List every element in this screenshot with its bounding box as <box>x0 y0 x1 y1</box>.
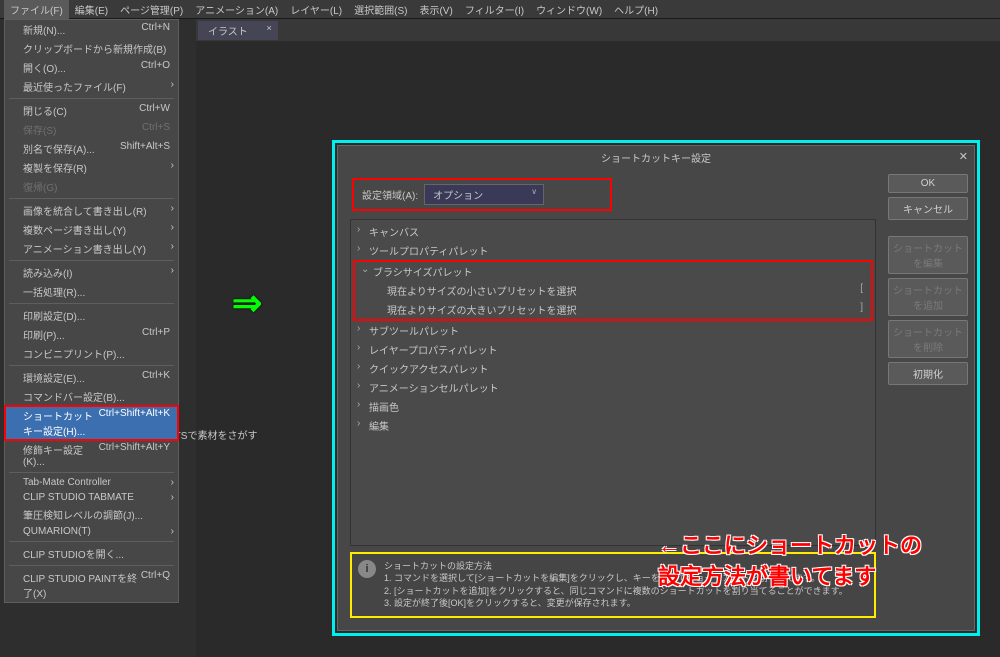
menu-filter[interactable]: フィルター(I) <box>459 0 530 19</box>
tab-close-icon[interactable]: × <box>267 23 272 33</box>
tree-node[interactable]: ブラシサイズパレット <box>355 262 871 281</box>
menu-page[interactable]: ページ管理(P) <box>114 0 189 19</box>
tree-node[interactable]: 編集 <box>351 416 875 435</box>
tree-node[interactable]: クイックアクセスパレット <box>351 359 875 378</box>
annotation-arrow: ⇒ <box>232 282 262 324</box>
setting-area-label: 設定領域(A): <box>362 187 418 202</box>
menu-item[interactable]: 修飾キー設定(K)...Ctrl+Shift+Alt+Y <box>5 440 178 470</box>
menu-edit[interactable]: 編集(E) <box>69 0 114 19</box>
menu-anim[interactable]: アニメーション(A) <box>189 0 284 19</box>
file-dropdown: 新規(N)...Ctrl+Nクリップボードから新規作成(B)開く(O)...Ct… <box>4 19 179 603</box>
annotation-line2: 設定方法が書いてます <box>658 562 922 593</box>
info-icon: i <box>358 560 376 578</box>
init-button[interactable]: 初期化 <box>888 362 968 385</box>
delete-shortcut-button[interactable]: ショートカットを削除 <box>888 320 968 358</box>
menu-select[interactable]: 選択範囲(S) <box>348 0 413 19</box>
menu-item[interactable]: 保存(S)Ctrl+S <box>5 120 178 139</box>
add-shortcut-button[interactable]: ショートカットを追加 <box>888 278 968 316</box>
menu-item[interactable]: 復帰(G) <box>5 177 178 196</box>
dialog-close-icon[interactable]: ✕ <box>959 150 968 163</box>
menu-item[interactable]: 複製を保存(R)› <box>5 158 178 177</box>
tree-node[interactable]: サブツールパレット <box>351 321 875 340</box>
menu-item[interactable]: アニメーション書き出し(Y)› <box>5 239 178 258</box>
document-tab[interactable]: イラスト × <box>198 21 278 40</box>
edit-shortcut-button[interactable]: ショートカットを編集 <box>888 236 968 274</box>
menu-window[interactable]: ウィンドウ(W) <box>530 0 608 19</box>
menu-item[interactable]: コマンドバー設定(B)... <box>5 387 178 406</box>
menu-item[interactable]: CLIP STUDIO PAINTを終了(X)Ctrl+Q <box>5 568 178 602</box>
setting-area-select[interactable]: オプション <box>424 184 544 205</box>
menu-file[interactable]: ファイル(F) <box>4 0 69 19</box>
menu-item[interactable]: 画像を統合して書き出し(R)› <box>5 201 178 220</box>
dialog-titlebar: ショートカットキー設定 ✕ <box>338 146 974 168</box>
tree-child[interactable]: 現在よりサイズの大きいプリセットを選択] <box>355 300 871 319</box>
menu-item[interactable]: 複数ページ書き出し(Y)› <box>5 220 178 239</box>
menu-item[interactable]: コンビニプリント(P)... <box>5 344 178 363</box>
menu-help[interactable]: ヘルプ(H) <box>608 0 664 19</box>
tree-node[interactable]: アニメーションセルパレット <box>351 378 875 397</box>
tree-child[interactable]: 現在よりサイズの小さいプリセットを選択[ <box>355 281 871 300</box>
menu-item[interactable]: 一括処理(R)... <box>5 282 178 301</box>
menu-item[interactable]: CLIP STUDIO TABMATE› <box>5 490 178 505</box>
setting-area-row: 設定領域(A): オプション <box>352 178 612 211</box>
shortcut-tree[interactable]: キャンバスツールプロパティパレットブラシサイズパレット現在よりサイズの小さいプリ… <box>350 219 876 546</box>
menu-item[interactable]: QUMARION(T)› <box>5 524 178 539</box>
menu-view[interactable]: 表示(V) <box>413 0 458 19</box>
menu-item[interactable]: 印刷(P)...Ctrl+P <box>5 325 178 344</box>
menu-item[interactable]: ショートカットキー設定(H)...Ctrl+Shift+Alt+K <box>5 406 178 440</box>
tree-node[interactable]: レイヤープロパティパレット <box>351 340 875 359</box>
menu-item[interactable]: クリップボードから新規作成(B) <box>5 39 178 58</box>
tree-node[interactable]: キャンバス <box>351 222 875 241</box>
tab-bar: イラスト × <box>196 19 1000 41</box>
tree-node[interactable]: 描画色 <box>351 397 875 416</box>
menu-bar: ファイル(F) 編集(E) ページ管理(P) アニメーション(A) レイヤー(L… <box>0 0 1000 19</box>
cancel-button[interactable]: キャンセル <box>888 197 968 220</box>
menu-item[interactable]: Tab-Mate Controller› <box>5 475 178 490</box>
menu-item[interactable]: CLIP STUDIOを開く... <box>5 544 178 563</box>
menu-item[interactable]: 新規(N)...Ctrl+N <box>5 20 178 39</box>
annotation-text: ←ここにショートカットの 設定方法が書いてます <box>658 531 922 593</box>
menu-item[interactable]: 筆圧検知レベルの調節(J)... <box>5 505 178 524</box>
menu-item[interactable]: 環境設定(E)...Ctrl+K <box>5 368 178 387</box>
menu-layer[interactable]: レイヤー(L) <box>284 0 348 19</box>
menu-item[interactable]: 開く(O)...Ctrl+O <box>5 58 178 77</box>
ok-button[interactable]: OK <box>888 174 968 193</box>
menu-item[interactable]: 閉じる(C)Ctrl+W <box>5 101 178 120</box>
tab-label: イラスト <box>208 27 248 38</box>
tree-node[interactable]: ツールプロパティパレット <box>351 241 875 260</box>
menu-item[interactable]: 最近使ったファイル(F)› <box>5 77 178 96</box>
menu-item[interactable]: 印刷設定(D)... <box>5 306 178 325</box>
menu-item[interactable]: 別名で保存(A)...Shift+Alt+S <box>5 139 178 158</box>
menu-item[interactable]: 読み込み(I)› <box>5 263 178 282</box>
dialog-title: ショートカットキー設定 <box>601 150 711 165</box>
annotation-line1: ←ここにショートカットの <box>658 531 922 562</box>
help-line3: 3. 設定が終了後[OK]をクリックすると、変更が保存されます。 <box>384 597 848 610</box>
